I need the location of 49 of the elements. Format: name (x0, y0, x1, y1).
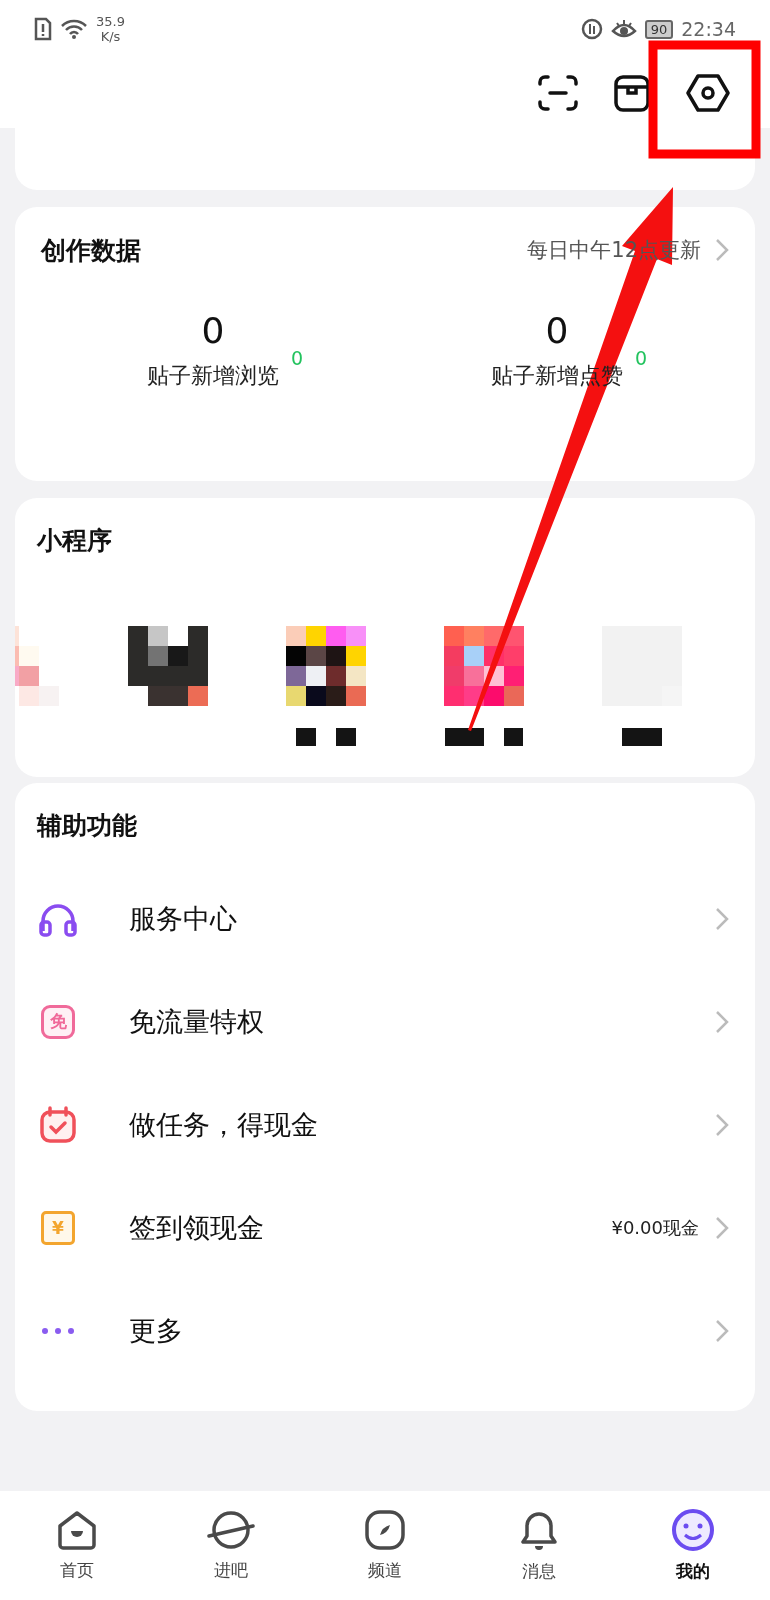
redaction-bar (296, 728, 316, 746)
stat-value: 0 (545, 309, 569, 353)
menu-item-label[interactable]: 更多 (129, 1312, 183, 1349)
calendar-check-icon (39, 1105, 77, 1144)
box-icon[interactable] (612, 73, 652, 113)
scan-icon[interactable] (538, 74, 578, 112)
stat-delta: 0 (291, 347, 304, 369)
redaction-bar (622, 728, 662, 746)
stat-label: 贴子新增浏览 (147, 362, 279, 390)
network-speed: 35.9 (96, 14, 125, 29)
smiley-avatar-icon (671, 1508, 715, 1552)
section-title: 辅助功能 (35, 810, 138, 842)
chevron-icon (715, 906, 729, 931)
planet-icon (206, 1509, 256, 1551)
section-title: 小程序 (35, 525, 113, 557)
redaction-bar (444, 728, 484, 746)
chevron-icon (715, 1009, 729, 1034)
tab-item[interactable]: 我的 (616, 1491, 770, 1600)
chevron-icon (715, 238, 729, 262)
speed-unit: K/s (100, 29, 121, 44)
more-icon (41, 1326, 75, 1335)
data-saver-icon (580, 18, 603, 40)
compass-icon (364, 1509, 406, 1551)
menu-item-label[interactable]: 做任务，得现金 (129, 1106, 318, 1143)
chevron-icon (715, 1318, 729, 1343)
eye-icon (610, 19, 637, 39)
tab-item[interactable]: 频道 (308, 1491, 462, 1600)
menu-item-label[interactable]: 服务中心 (129, 900, 237, 937)
settings-icon[interactable] (686, 73, 730, 113)
sim-alert-icon (34, 17, 52, 41)
battery-level: 90 (644, 19, 674, 39)
clock-time: 22:34 (681, 18, 736, 40)
wifi-icon (60, 18, 88, 40)
chevron-icon (715, 1215, 729, 1240)
section-title: 创作数据 (41, 234, 141, 267)
redaction-bar (503, 728, 524, 746)
menu-item-label[interactable]: 免流量特权 (129, 1003, 264, 1040)
coin-icon: ¥ (41, 1210, 75, 1245)
menu-item-label[interactable]: 签到领现金 (129, 1209, 264, 1246)
tab-item[interactable]: 首页 (0, 1491, 154, 1600)
free-data-icon: 免 (41, 1004, 75, 1039)
tab-item[interactable]: 进吧 (154, 1491, 308, 1600)
stat-delta: 0 (635, 347, 648, 369)
stat-value: 0 (201, 309, 225, 353)
home-icon (56, 1509, 98, 1551)
tab-item[interactable]: 消息 (462, 1491, 616, 1600)
cash-balance: ¥0.00现金 (611, 1215, 699, 1240)
chevron-icon (715, 1112, 729, 1137)
redaction-bar (336, 728, 356, 746)
